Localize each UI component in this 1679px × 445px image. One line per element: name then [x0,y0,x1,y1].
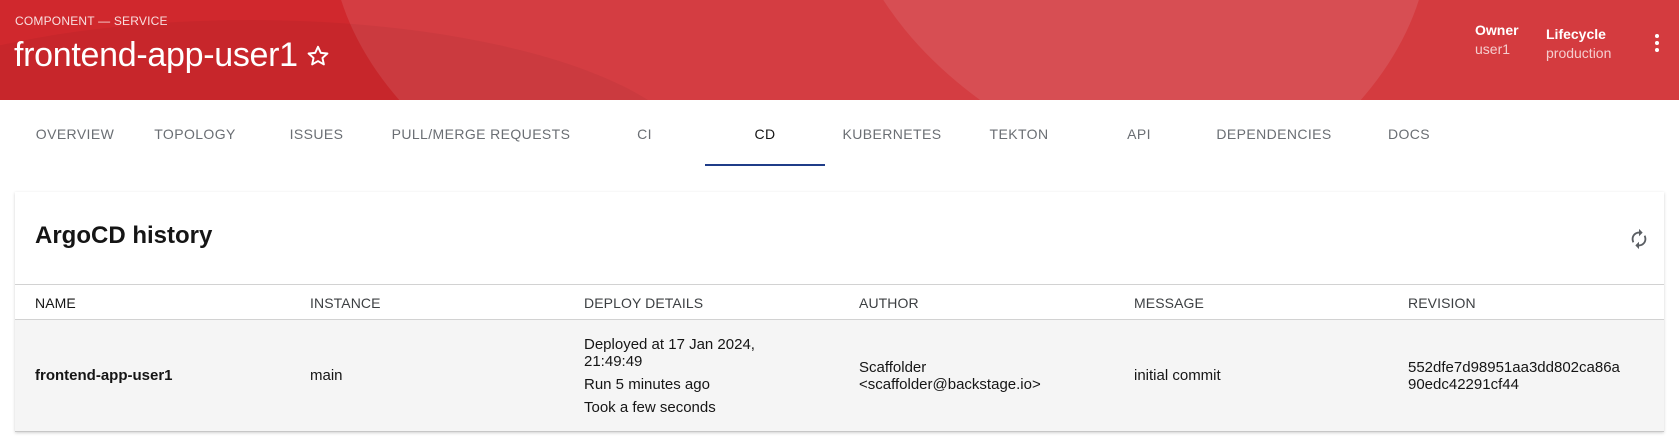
revision-hash-part1: 552dfe7d98951aa3dd802ca86a [1408,359,1620,376]
entity-kind-label: COMPONENT — SERVICE [15,14,168,28]
table-header: NAME INSTANCE DEPLOY DETAILS AUTHOR MESS… [15,284,1664,320]
author-name: Scaffolder [859,359,927,376]
column-header-revision[interactable]: REVISION [1408,295,1476,311]
tab-pull-merge-requests[interactable]: PULL/MERGE REQUESTS [378,100,584,167]
revision-hash-part2: 90edc42291cf44 [1408,376,1519,393]
history-table: NAME INSTANCE DEPLOY DETAILS AUTHOR MESS… [15,284,1664,432]
tab-issues[interactable]: ISSUES [255,100,378,167]
column-header-message[interactable]: MESSAGE [1134,295,1204,311]
cell-deploy-details: Deployed at 17 Jan 2024, 21:49:49 Run 5 … [584,336,844,416]
cell-instance: main [310,367,343,384]
tab-overview[interactable]: OVERVIEW [15,100,135,167]
deployed-at-time: 21:49:49 [584,353,643,370]
author-email: <scaffolder@backstage.io> [859,376,1041,393]
cell-author: Scaffolder <scaffolder@backstage.io> [859,359,1041,393]
table-row[interactable]: frontend-app-user1 main Deployed at 17 J… [15,320,1664,432]
column-header-name[interactable]: NAME [35,295,76,311]
entity-tabs: OVERVIEW TOPOLOGY ISSUES PULL/MERGE REQU… [0,100,1679,167]
owner-info: Owner user1 [1475,22,1519,57]
entity-header: COMPONENT — SERVICE frontend-app-user1 O… [0,0,1679,100]
more-options-kebab-icon[interactable] [1651,34,1663,56]
tab-tekton[interactable]: TEKTON [959,100,1079,167]
page-title: frontend-app-user1 [14,36,298,74]
favorite-star-icon[interactable] [305,43,331,69]
cell-name: frontend-app-user1 [35,367,173,384]
card-title: ArgoCD history [35,222,213,249]
duration-text: Took a few seconds [584,399,716,416]
cell-revision: 552dfe7d98951aa3dd802ca86a 90edc42291cf4… [1408,359,1620,393]
run-ago-text: Run 5 minutes ago [584,376,710,393]
column-header-author[interactable]: AUTHOR [859,295,919,311]
tab-docs[interactable]: DOCS [1349,100,1469,167]
tab-ci[interactable]: CI [584,100,705,167]
column-header-instance[interactable]: INSTANCE [310,295,381,311]
argocd-history-card: ArgoCD history NAME INSTANCE DEPLOY DETA… [15,192,1664,432]
lifecycle-info: Lifecycle production [1546,26,1611,61]
refresh-icon[interactable] [1628,228,1650,250]
cell-message: initial commit [1134,367,1221,384]
lifecycle-value: production [1546,45,1612,61]
tab-cd[interactable]: CD [705,100,825,167]
lifecycle-label: Lifecycle [1546,26,1606,42]
active-tab-indicator [705,164,825,166]
owner-value[interactable]: user1 [1475,41,1519,57]
owner-label: Owner [1475,22,1519,38]
tab-kubernetes[interactable]: KUBERNETES [825,100,959,167]
column-header-deploy-details[interactable]: DEPLOY DETAILS [584,295,703,311]
deployed-at-text: Deployed at 17 Jan 2024, [584,336,755,353]
tab-dependencies[interactable]: DEPENDENCIES [1199,100,1349,167]
tab-topology[interactable]: TOPOLOGY [135,100,255,167]
tab-api[interactable]: API [1079,100,1199,167]
